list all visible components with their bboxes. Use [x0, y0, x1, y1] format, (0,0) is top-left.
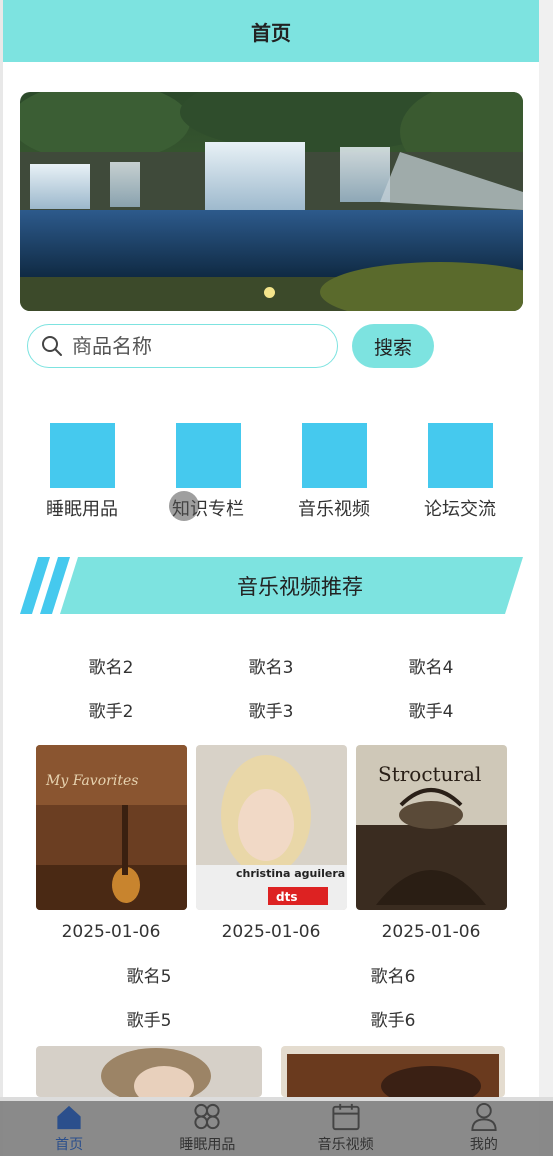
song-date: 2025-01-06: [61, 922, 161, 942]
song-card[interactable]: 歌名6 歌手6: [280, 966, 506, 1054]
touch-indicator: [169, 491, 199, 521]
song-singer: 歌手2: [88, 702, 134, 722]
tab-home[interactable]: 首页: [0, 1101, 138, 1156]
tab-label: 首页: [55, 1137, 84, 1153]
category-label: 音乐视频: [298, 499, 370, 520]
category-icon: [427, 423, 493, 488]
page: 首页 商品名称 搜索 睡眠用品 知识专栏 音乐视频 论坛交流 音乐视频推荐 歌名…: [0, 0, 553, 1156]
album-cover-image: Stroctural: [355, 745, 507, 910]
home-icon: [57, 1105, 81, 1130]
section-title: 音乐视频推荐: [237, 574, 363, 599]
category-forum[interactable]: 论坛交流: [410, 423, 510, 521]
header: 首页: [3, 0, 539, 62]
search-box: [27, 324, 338, 368]
album-cover-image: [36, 1046, 262, 1097]
song-card[interactable]: 歌名5 歌手5: [36, 966, 262, 1054]
search-input[interactable]: [72, 334, 312, 358]
user-icon: [471, 1102, 497, 1132]
song-card[interactable]: 歌名3 歌手3 christina aguilera dts 2025-01-0…: [195, 657, 347, 942]
album-cover-text: Stroctural: [378, 762, 481, 786]
album-cover-image: [281, 1046, 505, 1097]
search-button[interactable]: 搜索: [352, 324, 434, 368]
category-sleep[interactable]: 睡眠用品: [32, 423, 132, 521]
song-singer: 歌手4: [408, 702, 454, 722]
song-singer: 歌手3: [248, 702, 294, 722]
page-title: 首页: [251, 20, 291, 45]
category-icon: [175, 423, 241, 488]
song-cover[interactable]: My Favorites: [35, 745, 187, 910]
tab-sleep-products[interactable]: 睡眠用品: [138, 1101, 276, 1156]
song-name: 歌名2: [88, 658, 134, 678]
song-card[interactable]: 歌名4 歌手4 Stroctural 2025-01-06: [355, 657, 507, 942]
album-cover-subtext: dts: [276, 890, 297, 904]
search-icon: [42, 336, 62, 356]
frame-left: [0, 0, 3, 1156]
album-cover-image: christina aguilera dts: [195, 745, 347, 910]
category-label: 睡眠用品: [46, 499, 118, 520]
category-icon: [301, 423, 367, 488]
album-cover-text: My Favorites: [45, 773, 138, 789]
bottom-tab-bar: 首页 睡眠用品 音乐视频 我的: [0, 1097, 553, 1156]
category-icon: [49, 423, 115, 488]
song-cover[interactable]: christina aguilera dts: [195, 745, 347, 910]
album-cover-image: My Favorites: [35, 745, 187, 910]
song-name: 歌名4: [408, 658, 454, 678]
tab-label: 睡眠用品: [179, 1137, 236, 1153]
category-label: 论坛交流: [424, 499, 496, 520]
song-date: 2025-01-06: [381, 922, 481, 942]
song-card[interactable]: 歌名2 歌手2 My Favorites 2025-01-06: [35, 657, 187, 942]
category-music[interactable]: 音乐视频: [284, 423, 384, 521]
song-date: 2025-01-06: [221, 922, 321, 942]
song-name: 歌名5: [126, 967, 172, 987]
tab-label: 我的: [469, 1137, 498, 1153]
tab-label: 音乐视频: [317, 1137, 374, 1153]
carousel-dot[interactable]: [264, 287, 275, 298]
song-name: 歌名6: [370, 967, 416, 987]
tab-mine[interactable]: 我的: [415, 1101, 553, 1156]
banner-image: [20, 92, 523, 311]
banner-carousel[interactable]: [20, 92, 523, 311]
song-name: 歌名3: [248, 658, 294, 678]
tab-music-video[interactable]: 音乐视频: [277, 1101, 415, 1156]
song-cover[interactable]: [281, 1046, 505, 1097]
frame-right: [539, 0, 553, 1156]
album-cover-text: christina aguilera: [236, 867, 345, 880]
song-cover[interactable]: Stroctural: [355, 745, 507, 910]
section-header: 音乐视频推荐: [20, 557, 523, 614]
song-cover[interactable]: [36, 1046, 262, 1097]
calendar-icon: [332, 1103, 360, 1131]
grid-icon: [194, 1103, 220, 1130]
